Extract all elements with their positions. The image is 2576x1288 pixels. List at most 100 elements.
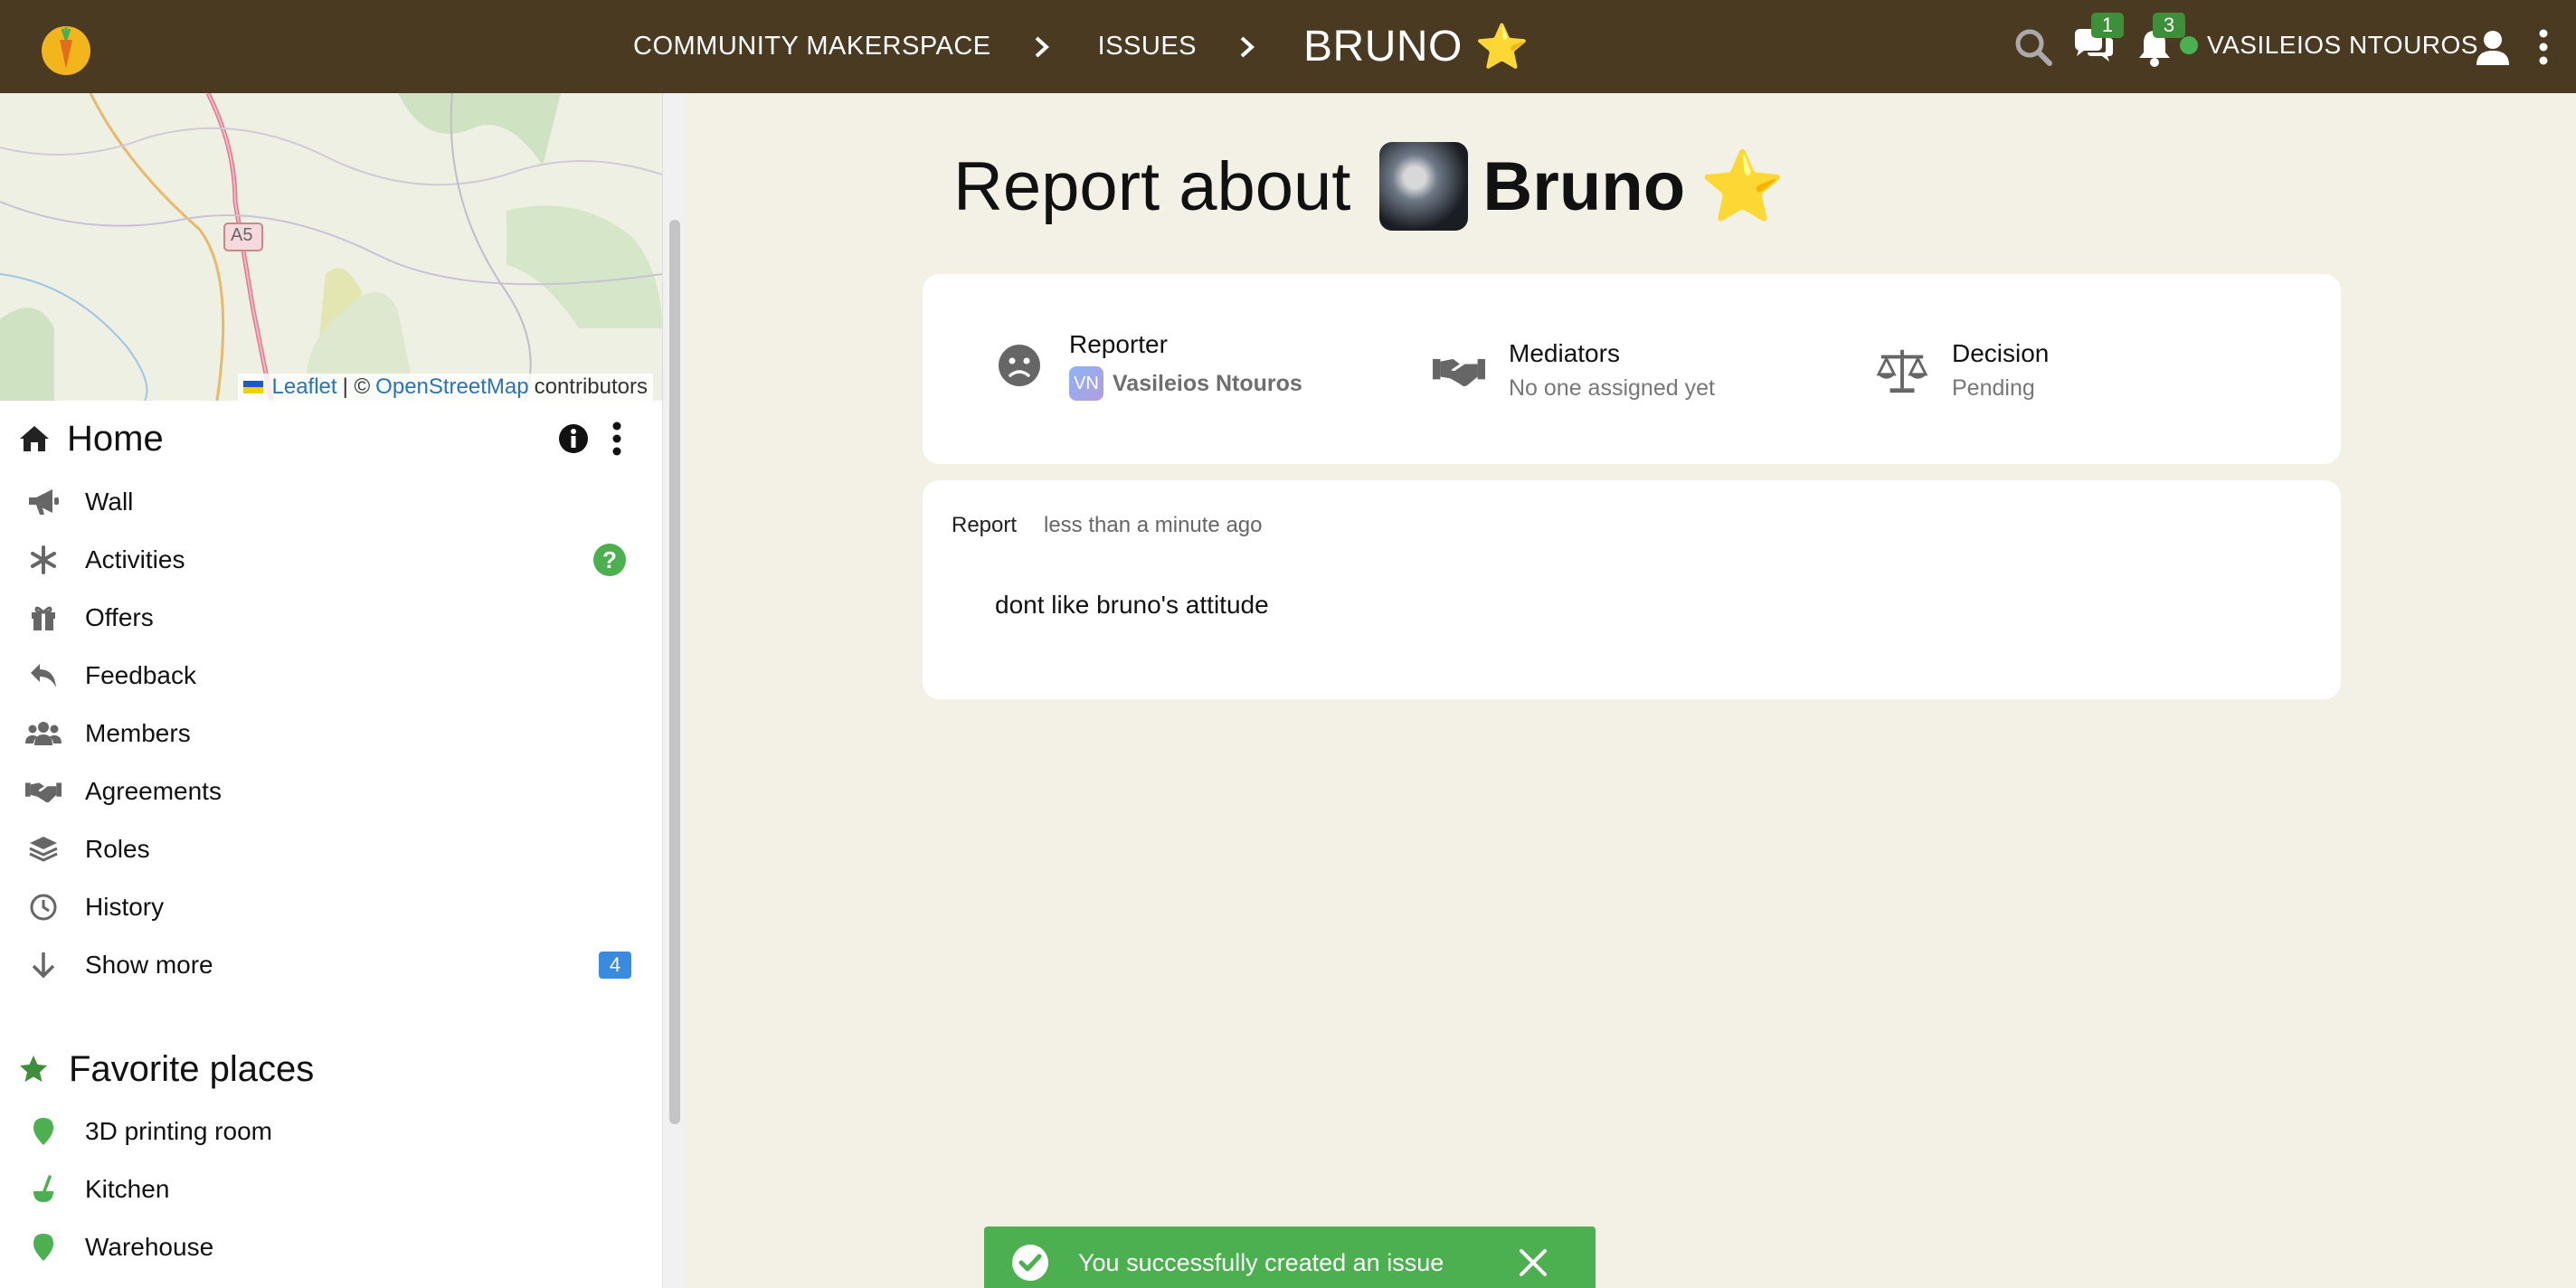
home-title[interactable]: Home	[67, 419, 164, 459]
map-marker-icon	[25, 1229, 62, 1265]
success-toast: You successfully created an issue	[984, 1226, 1596, 1288]
leaflet-link[interactable]: Leaflet	[272, 374, 337, 400]
avatar[interactable]	[1379, 142, 1469, 231]
chevron-right-icon	[1236, 34, 1258, 60]
top-bar: COMMUNITY MAKERSPACE ISSUES BRUNO ⭐ 1 3 …	[0, 0, 2576, 93]
layers-icon	[25, 831, 62, 867]
page-title-prefix: Report about	[953, 147, 1351, 225]
sidebar-item-show-more[interactable]: Show more 4	[0, 936, 662, 994]
favorite-place-label: 3D printing room	[85, 1117, 272, 1145]
home-icon	[18, 422, 51, 455]
breadcrumb: COMMUNITY MAKERSPACE ISSUES BRUNO ⭐	[633, 0, 1530, 93]
decision-value: Pending	[1952, 375, 2035, 401]
decision-block: Decision Pending	[1876, 339, 2049, 402]
toast-message: You successfully created an issue	[1078, 1248, 1444, 1276]
sidebar-item-activities[interactable]: Activities ?	[0, 531, 662, 589]
map-attribution: Leaflet | © OpenStreetMap contributors	[237, 374, 653, 401]
mediators-value: No one assigned yet	[1509, 375, 1715, 401]
road-label: A5	[231, 225, 253, 245]
sidebar-item-label: Wall	[85, 488, 134, 516]
more-vertical-icon[interactable]	[2522, 25, 2565, 69]
show-more-count-badge: 4	[599, 952, 631, 979]
sidebar-item-members[interactable]: Members	[0, 705, 662, 762]
reporter-block: Reporter VN Vasileios Ntouros	[993, 330, 1302, 401]
sad-face-icon	[993, 339, 1046, 392]
report-timestamp: less than a minute ago	[1044, 513, 1263, 537]
close-icon[interactable]	[1518, 1247, 1548, 1278]
ukraine-flag-icon	[242, 381, 263, 393]
user-menu[interactable]: VASILEIOS NTOUROS	[2180, 31, 2478, 60]
user-icon[interactable]	[2471, 25, 2514, 69]
karrot-logo-icon[interactable]	[40, 20, 92, 76]
main-content: Report about Bruno ⭐ Reporter VN Vasilei…	[686, 93, 2576, 1288]
chat-button[interactable]: 1	[2071, 13, 2124, 69]
sidebar-item-history[interactable]: History	[0, 878, 662, 936]
star-icon: ⭐	[1474, 24, 1530, 71]
map-marker-icon	[25, 1113, 62, 1150]
star-icon	[18, 1054, 49, 1084]
reply-icon	[25, 658, 62, 694]
sidebar-item-label: Roles	[85, 835, 150, 863]
sidebar-item-wall[interactable]: Wall	[0, 473, 662, 531]
breadcrumb-issues[interactable]: ISSUES	[1098, 32, 1197, 62]
report-label: Report	[952, 513, 1018, 537]
info-icon[interactable]	[557, 422, 590, 455]
breadcrumb-group[interactable]: COMMUNITY MAKERSPACE	[633, 32, 991, 62]
asterisk-icon	[25, 542, 62, 578]
chat-count-badge: 1	[2091, 13, 2124, 38]
breadcrumb-current-label: BRUNO	[1303, 23, 1463, 71]
attribution-separator: | ©	[342, 374, 371, 399]
reporter-label: Reporter	[1069, 330, 1168, 358]
sidebar-item-label: Activities	[85, 545, 185, 573]
report-text: dont like bruno's attitude	[995, 591, 1269, 619]
clock-icon	[25, 889, 62, 925]
openstreetmap-link[interactable]: OpenStreetMap	[375, 374, 528, 400]
help-icon[interactable]: ?	[593, 544, 626, 576]
page-title: Report about Bruno ⭐	[953, 142, 1785, 231]
sidebar-item-label: Show more	[85, 951, 213, 979]
users-icon	[25, 715, 62, 752]
map[interactable]: A5 Leaflet | © OpenStreetMap contributor…	[0, 93, 662, 401]
favorites-title: Favorite places	[69, 1048, 315, 1089]
decision-label: Decision	[1952, 339, 2050, 367]
more-vertical-icon[interactable]	[606, 421, 628, 457]
user-name: VASILEIOS NTOUROS	[2207, 31, 2478, 59]
sidebar-scrollbar[interactable]	[662, 93, 686, 1288]
sidebar-item-label: Members	[85, 719, 191, 747]
favorite-place-3d-printing-room[interactable]: 3D printing room	[0, 1103, 662, 1160]
favorite-place-warehouse[interactable]: Warehouse	[0, 1218, 662, 1276]
star-icon: ⭐	[1700, 148, 1785, 225]
sidebar-item-agreements[interactable]: Agreements	[0, 762, 662, 820]
favorite-place-label: Kitchen	[85, 1175, 170, 1203]
page-title-name[interactable]: Bruno	[1482, 147, 1685, 226]
handshake-icon	[25, 773, 62, 810]
mediators-block: Mediators No one assigned yet	[1433, 339, 1715, 402]
sidebar-item-label: Feedback	[85, 661, 196, 689]
breadcrumb-current: BRUNO ⭐	[1303, 21, 1530, 72]
reporter-value: VN Vasileios Ntouros	[1069, 366, 1302, 401]
handshake-icon	[1433, 345, 1485, 397]
sidebar: A5 Leaflet | © OpenStreetMap contributor…	[0, 93, 662, 1288]
favorites-section-header: Favorite places	[0, 1037, 662, 1101]
sidebar-item-label: History	[85, 893, 165, 921]
notifications-button[interactable]: 3	[2133, 13, 2185, 69]
map-tiles	[0, 93, 662, 401]
gift-icon	[25, 600, 62, 636]
arrow-down-icon	[25, 947, 62, 983]
report-card: Report less than a minute ago dont like …	[923, 480, 2341, 699]
sidebar-item-roles[interactable]: Roles	[0, 820, 662, 878]
sidebar-item-feedback[interactable]: Feedback	[0, 647, 662, 705]
online-status-icon	[2180, 36, 2198, 54]
sidebar-scrollbar-thumb[interactable]	[669, 220, 680, 1124]
sidebar-item-label: Agreements	[85, 777, 222, 805]
check-circle-icon	[1012, 1245, 1048, 1281]
reporter-name[interactable]: Vasileios Ntouros	[1113, 371, 1302, 397]
search-icon[interactable]	[2012, 25, 2055, 69]
favorite-place-kitchen[interactable]: Kitchen	[0, 1160, 662, 1218]
scale-icon	[1876, 345, 1928, 397]
home-section-header: Home	[0, 407, 662, 470]
ladle-icon	[25, 1171, 62, 1208]
avatar[interactable]: VN	[1069, 366, 1103, 401]
sidebar-item-offers[interactable]: Offers	[0, 589, 662, 647]
chevron-right-icon	[1031, 34, 1053, 60]
